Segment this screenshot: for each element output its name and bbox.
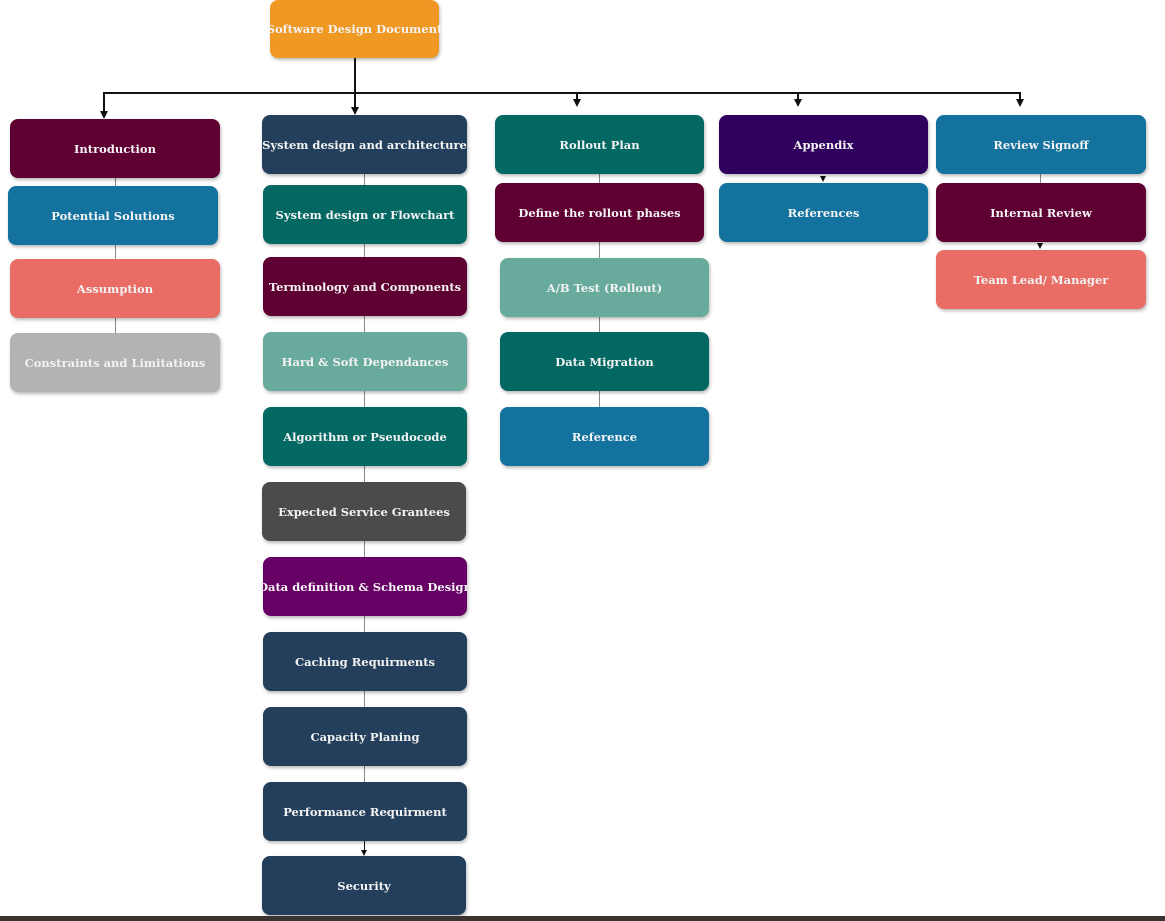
node-label: Assumption xyxy=(76,281,154,296)
connector-line xyxy=(599,391,600,408)
node-system-design-or-flowchart[interactable]: System design or Flowchart xyxy=(263,185,467,244)
node-appendix[interactable]: Appendix xyxy=(719,115,928,174)
connector-line xyxy=(364,244,365,258)
node-assumption[interactable]: Assumption xyxy=(10,259,220,318)
horizontal-branch-line xyxy=(103,92,1021,94)
arrow-down-icon xyxy=(820,176,826,182)
node-data-definition-schema-design[interactable]: Data definition & Schema Design xyxy=(258,557,472,616)
node-label: Performance Requirment xyxy=(283,804,447,819)
arrow-down-icon xyxy=(100,111,108,119)
connector-line xyxy=(364,316,365,333)
node-capacity-planing[interactable]: Capacity Planing xyxy=(263,707,467,766)
node-label: System design and architecture xyxy=(262,137,467,152)
branch-drop-system-design xyxy=(354,92,356,108)
node-label: Team Lead/ Manager xyxy=(973,272,1109,287)
arrow-down-icon xyxy=(351,107,359,115)
root-node-software-design-document[interactable]: Software Design Document xyxy=(267,0,442,58)
connector-line xyxy=(364,391,365,408)
node-caching-requirments[interactable]: Caching Requirments xyxy=(263,632,467,691)
node-label: Capacity Planing xyxy=(310,729,420,744)
node-security[interactable]: Security xyxy=(262,856,466,915)
connector-line xyxy=(364,466,365,483)
node-rollout-plan[interactable]: Rollout Plan xyxy=(495,115,704,174)
node-label: Introduction xyxy=(74,141,156,156)
arrow-down-icon xyxy=(794,99,802,107)
node-label: Review Signoff xyxy=(993,137,1089,152)
node-data-migration[interactable]: Data Migration xyxy=(500,332,709,391)
node-system-design-and-architecture[interactable]: System design and architecture xyxy=(262,115,467,174)
node-potential-solutions[interactable]: Potential Solutions xyxy=(8,186,218,245)
node-team-lead-manager[interactable]: Team Lead/ Manager xyxy=(936,250,1146,309)
connector-line xyxy=(364,691,365,708)
connector-line xyxy=(599,174,600,183)
node-label: A/B Test (Rollout) xyxy=(546,280,663,295)
connector-line xyxy=(364,616,365,633)
node-label: Rollout Plan xyxy=(559,137,640,152)
connector-line xyxy=(364,766,365,783)
node-constraints-and-limitations[interactable]: Constraints and Limitations xyxy=(10,333,220,392)
connector-line xyxy=(115,318,116,334)
node-label: Constraints and Limitations xyxy=(24,355,206,370)
node-label: Algorithm or Pseudocode xyxy=(283,429,447,444)
node-label: Expected Service Grantees xyxy=(278,504,450,519)
branch-drop-introduction xyxy=(103,92,105,112)
node-label: Reference xyxy=(571,429,638,444)
node-label: Define the rollout phases xyxy=(518,205,681,220)
arrow-down-icon xyxy=(573,99,581,107)
node-references[interactable]: References xyxy=(719,183,928,242)
connector-line xyxy=(115,178,116,186)
connector-line xyxy=(599,317,600,333)
node-expected-service-grantees[interactable]: Expected Service Grantees xyxy=(262,482,466,541)
node-label: Internal Review xyxy=(990,205,1092,220)
node-label: Data definition & Schema Design xyxy=(258,579,472,594)
node-ab-test-rollout[interactable]: A/B Test (Rollout) xyxy=(500,258,709,317)
node-label: Potential Solutions xyxy=(51,208,175,223)
node-performance-requirment[interactable]: Performance Requirment xyxy=(263,782,467,841)
node-algorithm-or-pseudocode[interactable]: Algorithm or Pseudocode xyxy=(263,407,467,466)
node-terminology-and-components[interactable]: Terminology and Components xyxy=(263,257,467,316)
node-internal-review[interactable]: Internal Review xyxy=(936,183,1146,242)
node-label: References xyxy=(787,205,860,220)
node-label: Software Design Document xyxy=(266,22,443,36)
node-define-the-rollout-phases[interactable]: Define the rollout phases xyxy=(495,183,704,242)
node-label: Hard & Soft Dependances xyxy=(281,354,449,369)
node-label: System design or Flowchart xyxy=(275,207,455,222)
root-stem-line xyxy=(354,58,356,93)
node-label: Appendix xyxy=(793,137,854,152)
connector-line xyxy=(364,541,365,558)
node-label: Terminology and Components xyxy=(268,279,462,294)
arrow-down-icon xyxy=(1016,99,1024,107)
connector-line xyxy=(599,242,600,258)
node-reference[interactable]: Reference xyxy=(500,407,709,466)
node-label: Caching Requirments xyxy=(294,654,436,669)
connector-line xyxy=(1040,174,1041,183)
node-review-signoff[interactable]: Review Signoff xyxy=(936,115,1146,174)
diagram-canvas: Software Design Document Introduction Po… xyxy=(0,0,1165,921)
node-label: Security xyxy=(337,878,391,893)
node-hard-soft-dependances[interactable]: Hard & Soft Dependances xyxy=(263,332,467,391)
connector-line xyxy=(115,245,116,260)
node-label: Data Migration xyxy=(555,354,654,369)
bottom-edge-bar xyxy=(0,916,1165,921)
arrow-down-icon xyxy=(1037,243,1043,249)
node-introduction[interactable]: Introduction xyxy=(10,119,220,178)
